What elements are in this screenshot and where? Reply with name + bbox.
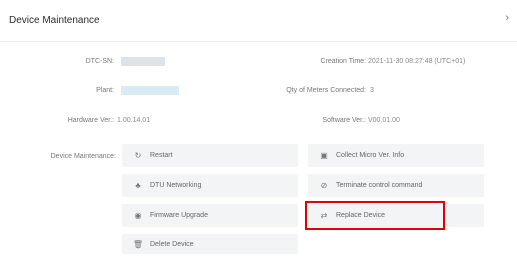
delete-device-label: Delete Device bbox=[150, 240, 194, 248]
hardware-ver-label: Hardware Ver.: bbox=[67, 117, 114, 124]
plant-value bbox=[121, 86, 179, 95]
network-icon: ♣ bbox=[135, 181, 141, 190]
firmware-upgrade-label: Firmware Upgrade bbox=[150, 212, 208, 219]
dialog-title: Device Maintenance bbox=[9, 15, 100, 26]
dialog-header: Device Maintenance › bbox=[0, 0, 517, 42]
creation-time-value: 2021-11-30 08:27:48 (UTC+01) bbox=[368, 58, 466, 65]
meters-connected-value: 3 bbox=[370, 87, 374, 94]
meters-connected-label: Qty of Meters Connected: bbox=[286, 87, 366, 94]
chevron-right-icon[interactable]: › bbox=[505, 12, 509, 24]
collect-micro-ver-info-button[interactable]: ▣ Collect Micro Ver. Info bbox=[308, 144, 484, 167]
software-ver-label: Software Ver.: bbox=[322, 117, 366, 124]
software-ver-value: V00.01.00 bbox=[368, 117, 400, 124]
dtu-networking-label: DTU Networking bbox=[150, 182, 202, 189]
hardware-ver-value: 1.00.14.01 bbox=[117, 117, 151, 124]
plant-label: Plant: bbox=[96, 87, 114, 94]
stop-icon: ⊘ bbox=[320, 181, 328, 190]
firmware-upgrade-button[interactable]: ◉ Firmware Upgrade bbox=[122, 204, 298, 227]
dtc-sn-value bbox=[121, 57, 165, 66]
dtc-sn-label: DTC-SN: bbox=[85, 58, 114, 65]
upgrade-icon: ◉ bbox=[134, 211, 142, 220]
highlight-box bbox=[305, 201, 445, 230]
restart-icon: ↻ bbox=[134, 151, 142, 160]
collect-micro-ver-info-label: Collect Micro Ver. Info bbox=[336, 152, 405, 159]
creation-time-label: Creation Time: bbox=[320, 58, 366, 65]
terminate-control-command-label: Terminate control command bbox=[336, 182, 423, 189]
trash-icon: 🗑 bbox=[132, 239, 144, 249]
info-icon: ▣ bbox=[320, 151, 328, 160]
dtu-networking-button[interactable]: ♣ DTU Networking bbox=[122, 174, 298, 197]
delete-device-button[interactable]: 🗑 Delete Device bbox=[122, 234, 298, 254]
restart-button[interactable]: ↻ Restart bbox=[122, 144, 298, 167]
terminate-control-command-button[interactable]: ⊘ Terminate control command bbox=[308, 174, 484, 197]
restart-label: Restart bbox=[150, 152, 173, 159]
device-maintenance-label: Device Maintenance: bbox=[50, 153, 116, 160]
